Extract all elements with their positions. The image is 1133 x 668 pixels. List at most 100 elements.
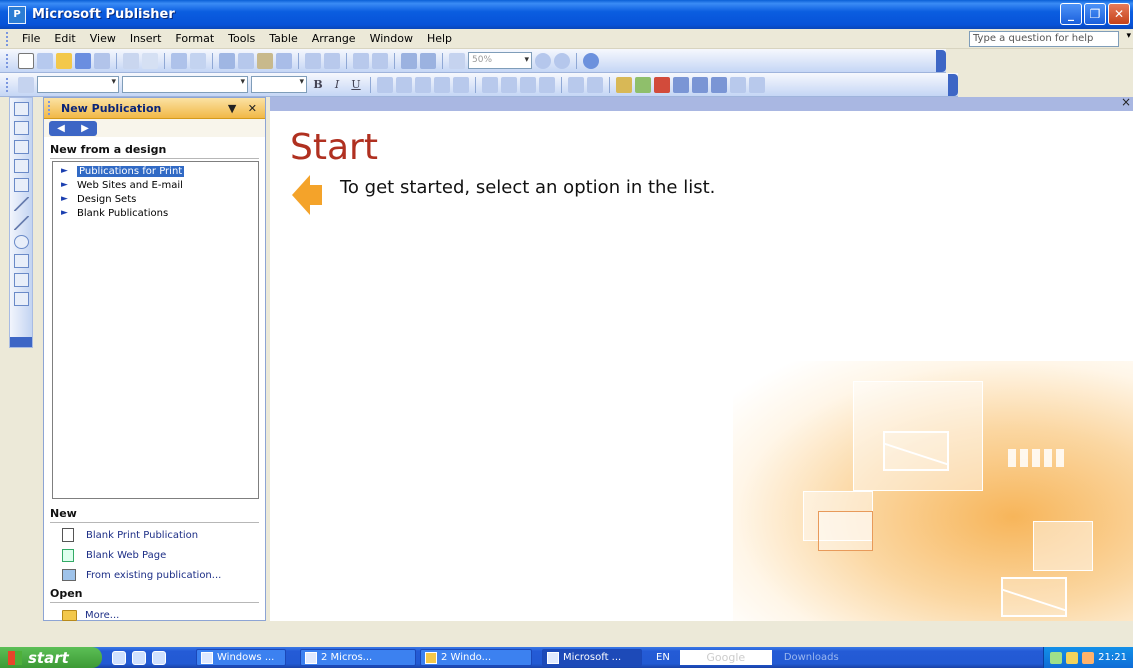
security-icon[interactable]: [1066, 651, 1079, 664]
menu-arrange[interactable]: Arrange: [305, 32, 363, 45]
align-center-icon[interactable]: [396, 76, 412, 93]
3d-style-icon[interactable]: [749, 76, 765, 93]
line-style-icon[interactable]: [673, 76, 689, 93]
align-right-icon[interactable]: [415, 76, 431, 93]
close-button[interactable]: ✕: [1108, 3, 1130, 25]
format-painter-icon[interactable]: [276, 52, 292, 69]
open-folder-icon[interactable]: [56, 52, 72, 69]
spelling-icon[interactable]: [171, 52, 187, 69]
toolbar-grip[interactable]: [6, 77, 9, 92]
help-icon[interactable]: [583, 52, 599, 69]
blank-web-page-link[interactable]: Blank Web Page: [62, 545, 265, 565]
design-item-web-sites[interactable]: ► Web Sites and E-mail: [61, 178, 258, 192]
zoom-out-icon[interactable]: [535, 52, 551, 69]
insert-table-icon[interactable]: [13, 140, 29, 154]
menu-view[interactable]: View: [83, 32, 123, 45]
menu-insert[interactable]: Insert: [123, 32, 169, 45]
maximize-button[interactable]: ❐: [1084, 3, 1106, 25]
close-icon[interactable]: ×: [1121, 95, 1131, 109]
wordart-icon[interactable]: [13, 159, 29, 173]
save-icon[interactable]: [75, 52, 91, 69]
taskpane-menu-icon[interactable]: ▼: [228, 102, 236, 115]
volume-icon[interactable]: [1082, 651, 1095, 664]
ie-icon[interactable]: [132, 650, 146, 665]
bring-to-front-icon[interactable]: [353, 52, 369, 69]
research-icon[interactable]: [190, 52, 206, 69]
dash-style-icon[interactable]: [692, 76, 708, 93]
design-item-blank-publications[interactable]: ► Blank Publications: [61, 206, 258, 220]
design-item-design-sets[interactable]: ► Design Sets: [61, 192, 258, 206]
downloads-toolbar[interactable]: Downloads: [784, 652, 839, 663]
menu-window[interactable]: Window: [363, 32, 420, 45]
paste-icon[interactable]: [257, 52, 273, 69]
help-search-input[interactable]: Type a question for help: [969, 31, 1119, 47]
fill-color-icon[interactable]: [616, 76, 632, 93]
google-search-input[interactable]: Google: [679, 650, 772, 665]
taskbar-button-publisher[interactable]: Microsoft ...: [542, 649, 642, 666]
font-size-select[interactable]: [251, 76, 307, 93]
align-left-icon[interactable]: [377, 76, 393, 93]
picture-frame-icon[interactable]: [13, 178, 29, 192]
select-objects-icon[interactable]: [13, 102, 29, 116]
menu-file[interactable]: File: [15, 32, 47, 45]
style-select[interactable]: [37, 76, 119, 93]
numbering-icon[interactable]: [482, 76, 498, 93]
toolbar-options-button[interactable]: [948, 73, 958, 96]
increase-font-icon[interactable]: [587, 76, 603, 93]
columns-icon[interactable]: [420, 52, 436, 69]
decrease-indent-icon[interactable]: [520, 76, 536, 93]
send-to-back-icon[interactable]: [372, 52, 388, 69]
line-color-icon[interactable]: [635, 76, 651, 93]
menu-table[interactable]: Table: [262, 32, 304, 45]
minimize-button[interactable]: _: [1060, 3, 1082, 25]
rectangle-icon[interactable]: [13, 254, 29, 268]
menu-help[interactable]: Help: [420, 32, 459, 45]
text-box-icon[interactable]: [13, 121, 29, 135]
menu-edit[interactable]: Edit: [47, 32, 82, 45]
menu-tools[interactable]: Tools: [221, 32, 262, 45]
new-web-icon[interactable]: [37, 52, 53, 69]
taskpane-grip[interactable]: [48, 101, 51, 115]
taskbar-button-explorer[interactable]: 2 Windo...: [420, 649, 532, 666]
justify-icon[interactable]: [434, 76, 450, 93]
increase-indent-icon[interactable]: [539, 76, 555, 93]
autoshapes-icon[interactable]: [13, 273, 29, 287]
taskbar-button-windows[interactable]: Windows ...: [196, 649, 286, 666]
font-color-icon[interactable]: [654, 76, 670, 93]
italic-button[interactable]: I: [329, 78, 345, 91]
from-existing-publication-link[interactable]: From existing publication...: [62, 565, 265, 585]
arrow-icon[interactable]: [13, 216, 29, 230]
zoom-in-icon[interactable]: [554, 52, 570, 69]
line-spacing-icon[interactable]: [453, 76, 469, 93]
design-gallery-icon[interactable]: [13, 292, 29, 306]
decrease-font-icon[interactable]: [568, 76, 584, 93]
cut-icon[interactable]: [219, 52, 235, 69]
firefox-icon[interactable]: [152, 650, 166, 665]
start-button[interactable]: start: [0, 647, 102, 668]
line-icon[interactable]: [13, 197, 29, 211]
bullets-icon[interactable]: [501, 76, 517, 93]
copy-icon[interactable]: [238, 52, 254, 69]
shadow-style-icon[interactable]: [730, 76, 746, 93]
print-preview-icon[interactable]: [142, 52, 158, 69]
search-icon[interactable]: [94, 52, 110, 69]
taskpane-close-icon[interactable]: ✕: [248, 102, 257, 115]
styles-icon[interactable]: [18, 76, 34, 93]
zoom-select[interactable]: 50%: [468, 52, 532, 69]
new-document-icon[interactable]: [18, 52, 34, 69]
clock[interactable]: 21:21: [1098, 652, 1127, 663]
font-select[interactable]: [122, 76, 248, 93]
forward-icon[interactable]: ▶: [81, 123, 89, 134]
special-characters-icon[interactable]: [449, 52, 465, 69]
bold-button[interactable]: B: [310, 78, 326, 91]
undo-icon[interactable]: [305, 52, 321, 69]
oval-icon[interactable]: [13, 235, 29, 249]
menu-grip[interactable]: [6, 31, 9, 46]
design-item-publications-for-print[interactable]: ► Publications for Print: [61, 164, 258, 178]
language-indicator[interactable]: EN: [656, 652, 670, 663]
hyperlink-icon[interactable]: [401, 52, 417, 69]
menu-format[interactable]: Format: [168, 32, 221, 45]
print-icon[interactable]: [123, 52, 139, 69]
toolbar-options-button[interactable]: [10, 337, 32, 347]
underline-button[interactable]: U: [348, 78, 364, 91]
